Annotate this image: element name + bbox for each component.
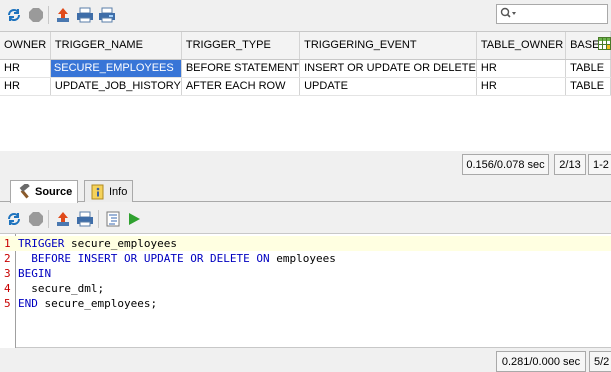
code-line[interactable]: 2 BEFORE INSERT OR UPDATE OR DELETE ON e… — [0, 251, 611, 266]
line-number: 3 — [4, 267, 11, 280]
code-line[interactable]: 5 END secure_employees; — [0, 296, 611, 311]
line-number: 1 — [4, 237, 11, 250]
results-grid[interactable]: OWNER TRIGGER_NAME TRIGGER_TYPE TRIGGERI… — [0, 31, 611, 151]
table-cell[interactable]: TABLE — [565, 77, 611, 96]
sql-keyword: TRIGGER — [18, 237, 65, 250]
header-row: OWNER TRIGGER_NAME TRIGGER_TYPE TRIGGERI… — [0, 32, 611, 60]
code-token: secure_employees — [64, 237, 177, 250]
stop-source-icon[interactable] — [26, 209, 46, 229]
print-source-icon[interactable] — [75, 209, 95, 229]
code-token: secure_dml; — [18, 282, 105, 295]
detail-tabs: Source Info — [0, 180, 611, 203]
sql-keyword: BEFORE INSERT OR UPDATE OR DELETE ON — [31, 252, 270, 265]
column-header-triggering-event[interactable]: TRIGGERING_EVENT — [299, 32, 477, 60]
tab-info-label: Info — [109, 185, 128, 198]
code-text: BEGIN — [18, 266, 51, 281]
print-icon[interactable] — [75, 5, 95, 25]
stop-icon[interactable] — [26, 5, 46, 25]
table-row[interactable]: HR UPDATE_JOB_HISTORY AFTER EACH ROW UPD… — [0, 77, 611, 96]
sql-keyword: END — [18, 297, 38, 310]
code-token: employees — [269, 252, 336, 265]
code-line[interactable]: 3 BEGIN — [0, 266, 611, 281]
table-cell-selected[interactable]: SECURE_EMPLOYEES — [50, 59, 182, 78]
line-number: 2 — [4, 252, 11, 265]
info-icon — [90, 184, 106, 200]
format-code-icon[interactable] — [103, 209, 123, 229]
print-setup-icon[interactable] — [97, 5, 117, 25]
code-text: secure_dml; — [18, 281, 104, 296]
code-text: TRIGGER secure_employees — [18, 236, 177, 251]
refresh-source-icon[interactable] — [4, 209, 24, 229]
table-row[interactable]: HR SECURE_EMPLOYEES BEFORE STATEMENT INS… — [0, 59, 611, 78]
column-chooser-icon[interactable] — [598, 37, 611, 50]
results-table: OWNER TRIGGER_NAME TRIGGER_TYPE TRIGGERI… — [0, 32, 611, 96]
export-source-icon[interactable] — [53, 209, 73, 229]
source-toolbar — [0, 206, 611, 232]
code-text: BEFORE INSERT OR UPDATE OR DELETE ON emp… — [18, 251, 336, 266]
column-header-trigger-type[interactable]: TRIGGER_TYPE — [181, 32, 301, 60]
column-header-table-owner[interactable]: TABLE_OWNER — [476, 32, 567, 60]
column-header-owner[interactable]: OWNER — [0, 32, 51, 60]
grid-timing-status: 0.156/0.078 sec — [462, 154, 549, 175]
run-icon[interactable] — [124, 209, 144, 229]
table-cell[interactable]: TABLE — [565, 59, 611, 78]
code-text: END secure_employees; — [18, 296, 157, 311]
tab-source[interactable]: Source — [10, 180, 79, 203]
result-toolbar — [0, 0, 611, 30]
search-field[interactable] — [496, 4, 608, 24]
grid-row-range: 1-2 — [588, 154, 611, 175]
table-cell[interactable]: BEFORE STATEMENT — [181, 59, 301, 78]
tab-info[interactable]: Info — [84, 180, 134, 202]
hammer-icon — [16, 184, 32, 200]
refresh-icon[interactable] — [4, 5, 24, 25]
search-input[interactable] — [518, 6, 603, 22]
editor-timing-status: 0.281/0.000 sec — [496, 351, 586, 372]
search-icon[interactable] — [500, 7, 518, 22]
table-cell[interactable]: HR — [0, 59, 51, 78]
code-line[interactable]: 1 TRIGGER secure_employees — [0, 236, 611, 251]
column-header-trigger-name[interactable]: TRIGGER_NAME — [50, 32, 182, 60]
table-cell[interactable]: HR — [0, 77, 51, 96]
grid-row-position: 2/13 — [554, 154, 586, 175]
table-cell[interactable]: UPDATE_JOB_HISTORY — [50, 77, 182, 96]
table-cell[interactable]: INSERT OR UPDATE OR DELETE — [299, 59, 477, 78]
sql-keyword: BEGIN — [18, 267, 52, 280]
tab-source-label: Source — [35, 186, 73, 198]
table-cell[interactable]: AFTER EACH ROW — [181, 77, 301, 96]
table-cell[interactable]: UPDATE — [299, 77, 477, 96]
code-line[interactable]: 4 secure_dml; — [0, 281, 611, 296]
table-cell[interactable]: HR — [476, 59, 567, 78]
source-editor[interactable]: 1 TRIGGER secure_employees 2 BEFORE INSERT… — [0, 233, 611, 348]
line-number: 5 — [4, 297, 11, 310]
line-number: 4 — [4, 282, 11, 295]
editor-cursor-position: 5/2 — [589, 351, 611, 372]
code-token: secure_employees; — [37, 297, 158, 310]
table-cell[interactable]: HR — [476, 77, 567, 96]
export-icon[interactable] — [53, 5, 73, 25]
